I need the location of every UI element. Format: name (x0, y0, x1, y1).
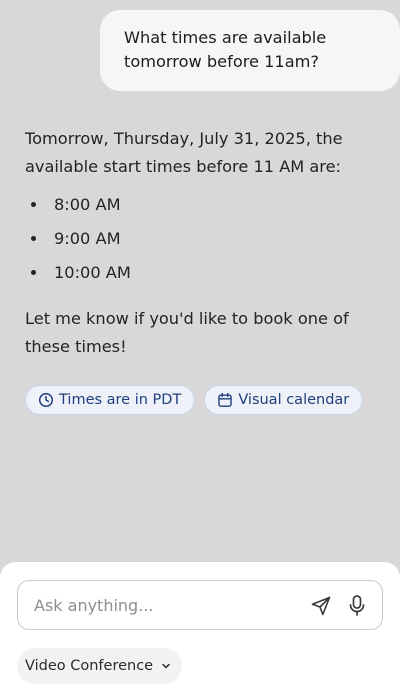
microphone-icon (349, 595, 365, 616)
chevron-down-icon (160, 660, 172, 672)
list-item: 8:00 AM (25, 191, 375, 225)
timezone-chip-label: Times are in PDT (59, 392, 182, 408)
assistant-intro-text: Tomorrow, Thursday, July 31, 2025, the a… (25, 129, 343, 176)
meeting-type-dropdown[interactable]: Video Conference (17, 648, 183, 684)
send-icon (311, 596, 331, 616)
user-message-bubble: What times are available tomorrow before… (100, 10, 400, 91)
bullet-icon (31, 202, 36, 207)
list-item: 9:00 AM (25, 225, 375, 259)
time-slot-text: 9:00 AM (54, 229, 121, 248)
available-times-list: 8:00 AM 9:00 AM 10:00 AM (25, 191, 375, 293)
chat-thread: What times are available tomorrow before… (0, 0, 400, 562)
assistant-outro-text: Let me know if you'd like to book one of… (25, 309, 349, 356)
meeting-type-label: Video Conference (25, 658, 154, 674)
clock-icon (38, 392, 54, 408)
time-slot-text: 8:00 AM (54, 195, 121, 214)
bullet-icon (31, 236, 36, 241)
list-item: 10:00 AM (25, 259, 375, 293)
time-slot-text: 10:00 AM (54, 263, 131, 282)
calendar-icon (217, 392, 233, 408)
suggestion-chips: Times are in PDT Visual calendar (25, 385, 364, 415)
visual-calendar-chip[interactable]: Visual calendar (204, 385, 364, 415)
composer-panel: Video Conference (0, 562, 400, 693)
message-input[interactable] (34, 581, 294, 629)
assistant-message: Tomorrow, Thursday, July 31, 2025, the a… (25, 125, 375, 361)
timezone-chip[interactable]: Times are in PDT (25, 385, 196, 415)
send-button[interactable] (310, 595, 332, 617)
bullet-icon (31, 270, 36, 275)
user-message-text: What times are available tomorrow before… (124, 28, 327, 71)
visual-calendar-chip-label: Visual calendar (238, 392, 350, 408)
microphone-button[interactable] (346, 594, 368, 618)
message-input-box (17, 580, 383, 630)
